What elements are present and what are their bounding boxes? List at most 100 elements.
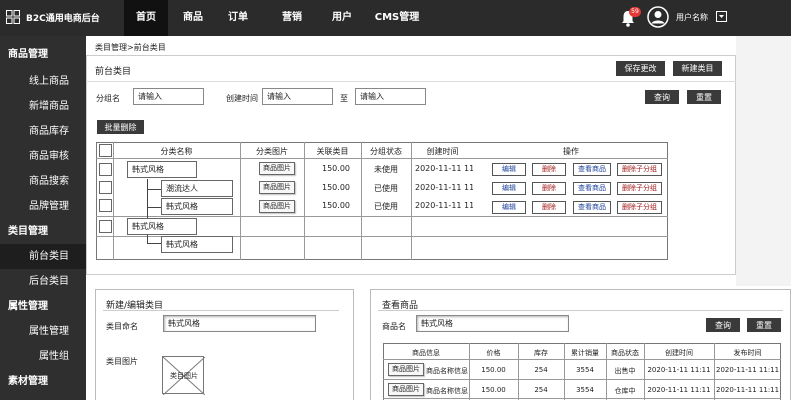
grid-icon [6,10,20,24]
edit-button[interactable]: 编辑 [492,182,526,195]
category-name[interactable]: 韩式风格 [161,198,233,215]
view-products-button[interactable]: 查看商品 [573,163,611,176]
sidebar-item-add-product[interactable]: 新增商品 [0,94,86,119]
col-header-ops: 操作 [563,147,579,156]
category-image-button[interactable]: 商品图片 [259,181,295,194]
product-status: 仓库中 [614,387,636,395]
sidebar-item-review[interactable]: 商品审核 [0,144,86,169]
right-gutter [736,36,791,286]
username[interactable]: 用户名称 [676,12,708,23]
product-reset-button[interactable]: 重置 [747,318,781,332]
prod-col-price: 价格 [486,349,501,357]
prod-col-info: 商品信息 [412,349,440,357]
sidebar-item-online-products[interactable]: 线上商品 [0,69,86,94]
product-published: 2020-11-11 11:11 [716,386,779,394]
category-image-button[interactable]: 商品图片 [259,162,295,175]
to-label: 至 [340,94,348,103]
prod-col-published: 发布时间 [733,349,762,357]
col-header-status: 分组状态 [370,147,402,156]
select-all-checkbox[interactable] [99,144,112,157]
product-search-button[interactable]: 查询 [706,318,740,332]
category-image-label: 类目图片 [106,357,138,366]
sidebar-group-attributes[interactable]: 属性管理 [0,294,86,319]
prod-col-created: 创建时间 [665,349,693,357]
edit-button[interactable]: 编辑 [492,201,526,214]
row-checkbox[interactable] [99,220,112,233]
created-value: 2020-11-11 11:11 [415,183,473,192]
nav-products[interactable]: 商品 [171,0,215,36]
edit-button[interactable]: 编辑 [492,163,526,176]
delete-button[interactable]: 删除 [532,182,566,195]
search-button[interactable]: 查询 [645,90,679,104]
linked-value: 150.00 [322,164,350,173]
category-image-button[interactable]: 商品图片 [259,200,295,213]
save-changes-button[interactable]: 保存更改 [616,61,665,76]
sidebar-group-categories[interactable]: 类目管理 [0,219,86,244]
category-name-label: 类目命名 [106,322,138,331]
product-image-button[interactable]: 商品图片 [388,363,424,376]
avatar-icon[interactable] [647,6,669,28]
category-image-upload[interactable]: 类目图片 [162,356,205,395]
product-created: 2020-11-11 11:11 [647,366,711,374]
category-name[interactable]: 潮流达人 [161,180,233,197]
status-value: 未使用 [374,165,398,174]
prod-col-sales: 累计销量 [571,349,599,357]
group-name-input[interactable]: 请输入 [133,88,204,105]
product-price: 150.00 [481,366,506,374]
notification-badge: 59 [629,7,641,17]
sidebar-item-search[interactable]: 商品搜索 [0,169,86,194]
created-from-input[interactable]: 请输入 [262,88,333,105]
group-name-label: 分组名 [96,94,120,103]
category-name-input[interactable]: 韩式风格 [163,315,316,332]
created-to-input[interactable]: 请输入 [355,88,426,105]
product-price: 150.00 [481,386,506,394]
new-category-button[interactable]: 新建类目 [673,61,722,76]
product-image-button[interactable]: 商品图片 [388,383,424,396]
sidebar-item-back-categories[interactable]: 后台类目 [0,269,86,294]
delete-subgroup-button[interactable]: 删除子分组 [617,163,662,176]
col-header-linked: 关联类目 [316,147,349,156]
product-name-input[interactable]: 韩式风格 [416,315,569,332]
row-checkbox[interactable] [99,181,112,194]
breadcrumb: 类目管理>前台类目 [95,43,166,52]
sidebar-group-assets[interactable]: 素材管理 [0,369,86,394]
row-checkbox[interactable] [99,199,112,212]
created-time-label: 创建时间 [226,94,258,103]
nav-marketing[interactable]: 营销 [270,0,314,36]
nav-users[interactable]: 用户 [320,0,364,36]
delete-button[interactable]: 删除 [532,163,566,176]
image-placeholder-label: 类目图片 [170,372,198,380]
logo: B2C通用电商后台 [6,10,100,24]
chevron-down-icon[interactable] [716,11,727,22]
sidebar-item-attribute-groups[interactable]: 属性组 [0,344,86,369]
sidebar-item-front-categories[interactable]: 前台类目 [0,244,86,269]
nav-cms[interactable]: CMS管理 [368,0,426,36]
delete-button[interactable]: 删除 [532,201,566,214]
col-header-name: 分类名称 [160,147,193,156]
app-title: B2C通用电商后台 [26,13,100,24]
nav-home[interactable]: 首页 [124,0,168,36]
sidebar-item-brands[interactable]: 品牌管理 [0,194,86,219]
category-name[interactable]: 韩式风格 [127,218,197,235]
view-products-button[interactable]: 查看商品 [573,201,611,214]
view-products-button[interactable]: 查看商品 [573,182,611,195]
status-value: 已使用 [374,202,398,211]
product-sales: 3554 [576,386,594,394]
product-info: 商品名称信息 [426,387,468,395]
delete-subgroup-button[interactable]: 删除子分组 [617,182,662,195]
category-name[interactable]: 韩式风格 [161,236,233,253]
status-value: 已使用 [374,184,398,193]
delete-subgroup-button[interactable]: 删除子分组 [617,201,662,214]
category-name[interactable]: 韩式风格 [127,161,197,178]
product-stock: 254 [534,386,548,394]
sidebar-item-attributes[interactable]: 属性管理 [0,319,86,344]
row-checkbox[interactable] [99,163,112,176]
product-published: 2020-11-11 11:11 [716,366,779,374]
sidebar-group-products[interactable]: 商品管理 [0,42,86,67]
linked-value: 150.00 [322,201,350,210]
reset-button[interactable]: 重置 [687,90,721,104]
nav-orders[interactable]: 订单 [216,0,260,36]
sidebar-item-inventory[interactable]: 商品库存 [0,119,86,144]
created-value: 2020-11-11 11:11 [415,201,473,210]
bulk-delete-button[interactable]: 批量删除 [97,120,144,134]
